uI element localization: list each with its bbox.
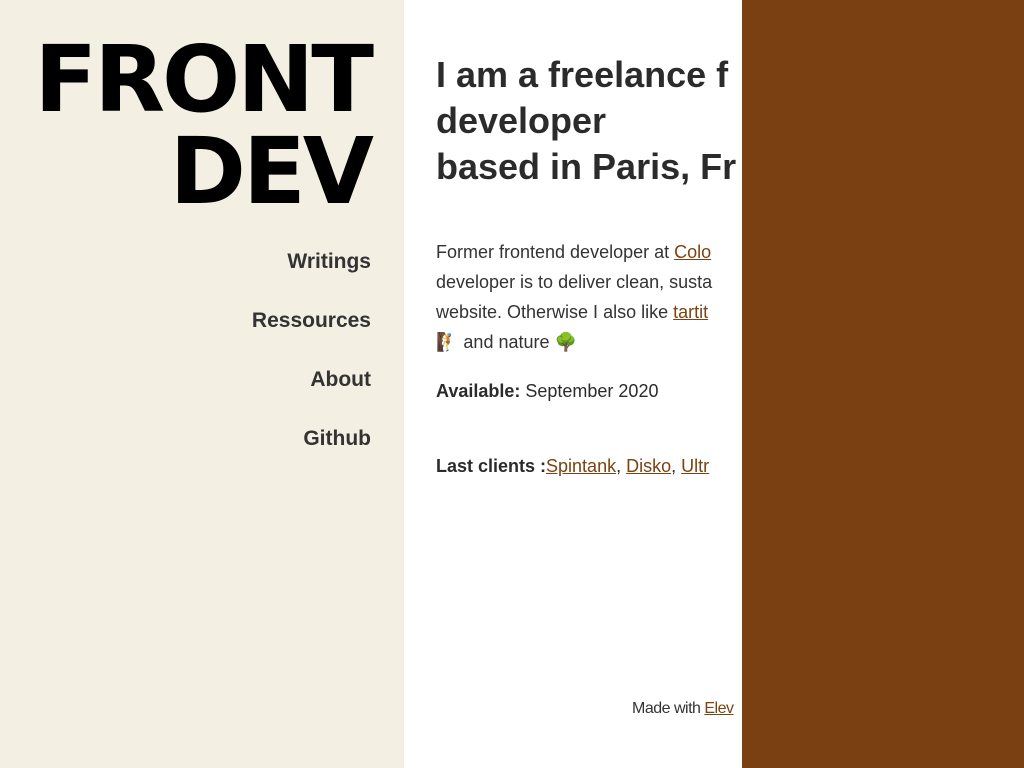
availability-value: September 2020: [520, 381, 659, 401]
tree-emoji-icon: 🌳: [554, 332, 577, 353]
client-separator: ,: [616, 456, 627, 476]
footer-credit-link[interactable]: Elev: [704, 700, 734, 717]
bio-line-4-text: and nature: [458, 332, 555, 352]
climbing-emoji-icon: 🧗: [436, 332, 459, 353]
logo-line-front: FRONT: [34, 26, 374, 133]
bio-line-1-text: Former frontend developer at: [436, 242, 675, 262]
availability-label: Available:: [436, 381, 521, 401]
nav-link-writings[interactable]: Writings: [252, 248, 371, 307]
bio-employer-link[interactable]: Colo: [674, 242, 711, 262]
nav-link-github[interactable]: Github: [252, 425, 371, 484]
client-link-disko[interactable]: Disko: [626, 456, 671, 476]
nav-link-about[interactable]: About: [252, 366, 371, 425]
availability: Available: September 2020: [436, 377, 658, 405]
nav-link-ressources[interactable]: Ressources: [252, 307, 371, 366]
bio-hobby-link[interactable]: tartit: [673, 302, 708, 322]
clients-label: Last clients :: [436, 456, 547, 476]
logo-line-dev: DEV: [169, 118, 374, 225]
bio-line-3-text: website. Otherwise I also like: [436, 302, 674, 322]
client-link-ultr[interactable]: Ultr: [681, 456, 709, 476]
footer-text: Made with: [632, 700, 705, 717]
page-footer: Made with Elev: [632, 697, 734, 721]
site-logo[interactable]: FRONT DEV: [34, 26, 374, 225]
main-nav: Writings Ressources About Github: [252, 248, 371, 484]
client-separator: ,: [671, 456, 682, 476]
client-link-spintank[interactable]: Spintank: [546, 456, 616, 476]
sidebar: FRONT DEV Writings Ressources About Gith…: [0, 0, 404, 768]
brown-overlay-panel: [742, 0, 1024, 768]
last-clients: Last clients :Spintank, Disko, Ultr: [436, 452, 709, 480]
